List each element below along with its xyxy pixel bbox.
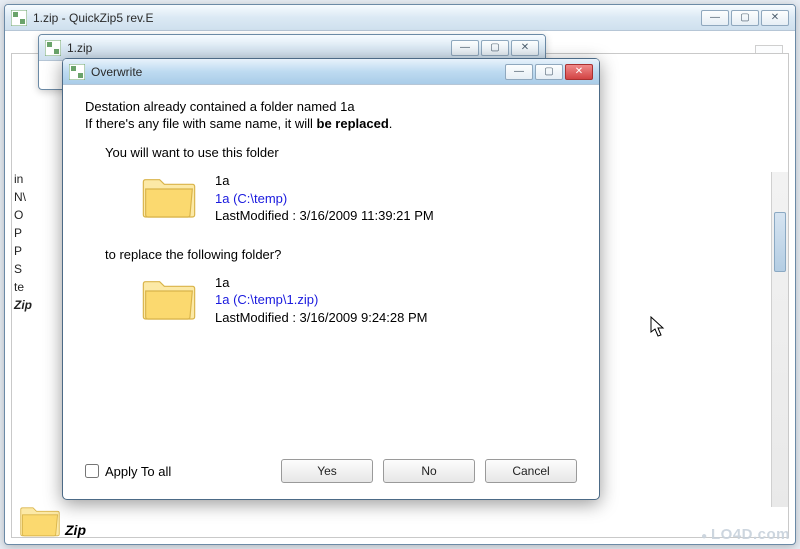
secondary-title: 1.zip [67, 41, 451, 55]
apply-to-all-input[interactable] [85, 464, 99, 478]
close-button[interactable]: ✕ [511, 40, 539, 56]
overwrite-dialog: Overwrite — ▢ ✕ Destation already contai… [62, 58, 600, 500]
source-folder-modified: LastModified : 3/16/2009 11:39:21 PM [215, 207, 434, 225]
tree-item[interactable]: O [12, 208, 48, 226]
scrollbar[interactable] [771, 172, 788, 507]
target-folder-row: 1a 1a (C:\temp\1.zip) LastModified : 3/1… [141, 274, 577, 327]
source-folder-name: 1a [215, 172, 434, 190]
cursor-icon [650, 316, 666, 338]
tree-item[interactable]: P [12, 226, 48, 244]
zip-folder-thumbnail[interactable]: Zip [19, 502, 86, 538]
scrollbar-thumb[interactable] [774, 212, 786, 272]
tree-item[interactable]: N\ [12, 190, 48, 208]
folder-icon [19, 502, 61, 538]
target-folder-path: 1a (C:\temp\1.zip) [215, 291, 427, 309]
tree-item[interactable]: Zip [12, 298, 48, 316]
folder-icon [141, 274, 197, 322]
yes-button[interactable]: Yes [281, 459, 373, 483]
apply-to-all-label: Apply To all [105, 464, 171, 479]
tree-item[interactable]: in [12, 172, 48, 190]
dialog-message-1: Destation already contained a folder nam… [85, 99, 577, 114]
dialog-title: Overwrite [91, 65, 505, 79]
dialog-close-button[interactable]: ✕ [565, 64, 593, 80]
sidebar-tree-fragment: in N\ O P P S te Zip [12, 172, 48, 316]
apply-to-all-checkbox[interactable]: Apply To all [85, 464, 281, 479]
tree-item[interactable]: te [12, 280, 48, 298]
main-title: 1.zip - QuickZip5 rev.E [33, 11, 701, 25]
source-folder-path: 1a (C:\temp) [215, 190, 434, 208]
cancel-button[interactable]: Cancel [485, 459, 577, 483]
dialog-titlebar[interactable]: Overwrite — ▢ ✕ [63, 59, 599, 85]
replace-heading: to replace the following folder? [105, 247, 577, 262]
target-folder-modified: LastModified : 3/16/2009 9:24:28 PM [215, 309, 427, 327]
minimize-button[interactable]: — [451, 40, 479, 56]
dialog-minimize-button[interactable]: — [505, 64, 533, 80]
close-button[interactable]: ✕ [761, 10, 789, 26]
maximize-button[interactable]: ▢ [481, 40, 509, 56]
dialog-body: Destation already contained a folder nam… [63, 85, 599, 362]
dialog-button-row: Apply To all Yes No Cancel [85, 459, 577, 483]
maximize-button[interactable]: ▢ [731, 10, 759, 26]
dialog-message-2: If there's any file with same name, it w… [85, 116, 577, 131]
minimize-button[interactable]: — [701, 10, 729, 26]
use-folder-heading: You will want to use this folder [105, 145, 577, 160]
app-icon [45, 40, 61, 56]
app-icon [11, 10, 27, 26]
target-folder-name: 1a [215, 274, 427, 292]
main-titlebar[interactable]: 1.zip - QuickZip5 rev.E — ▢ ✕ [5, 5, 795, 31]
dialog-maximize-button[interactable]: ▢ [535, 64, 563, 80]
tree-item[interactable]: P [12, 244, 48, 262]
app-icon [69, 64, 85, 80]
folder-icon [141, 172, 197, 220]
source-folder-row: 1a 1a (C:\temp) LastModified : 3/16/2009… [141, 172, 577, 225]
tree-item[interactable]: S [12, 262, 48, 280]
no-button[interactable]: No [383, 459, 475, 483]
watermark: ● LO4D.com [701, 526, 790, 543]
zip-label: Zip [65, 522, 86, 538]
